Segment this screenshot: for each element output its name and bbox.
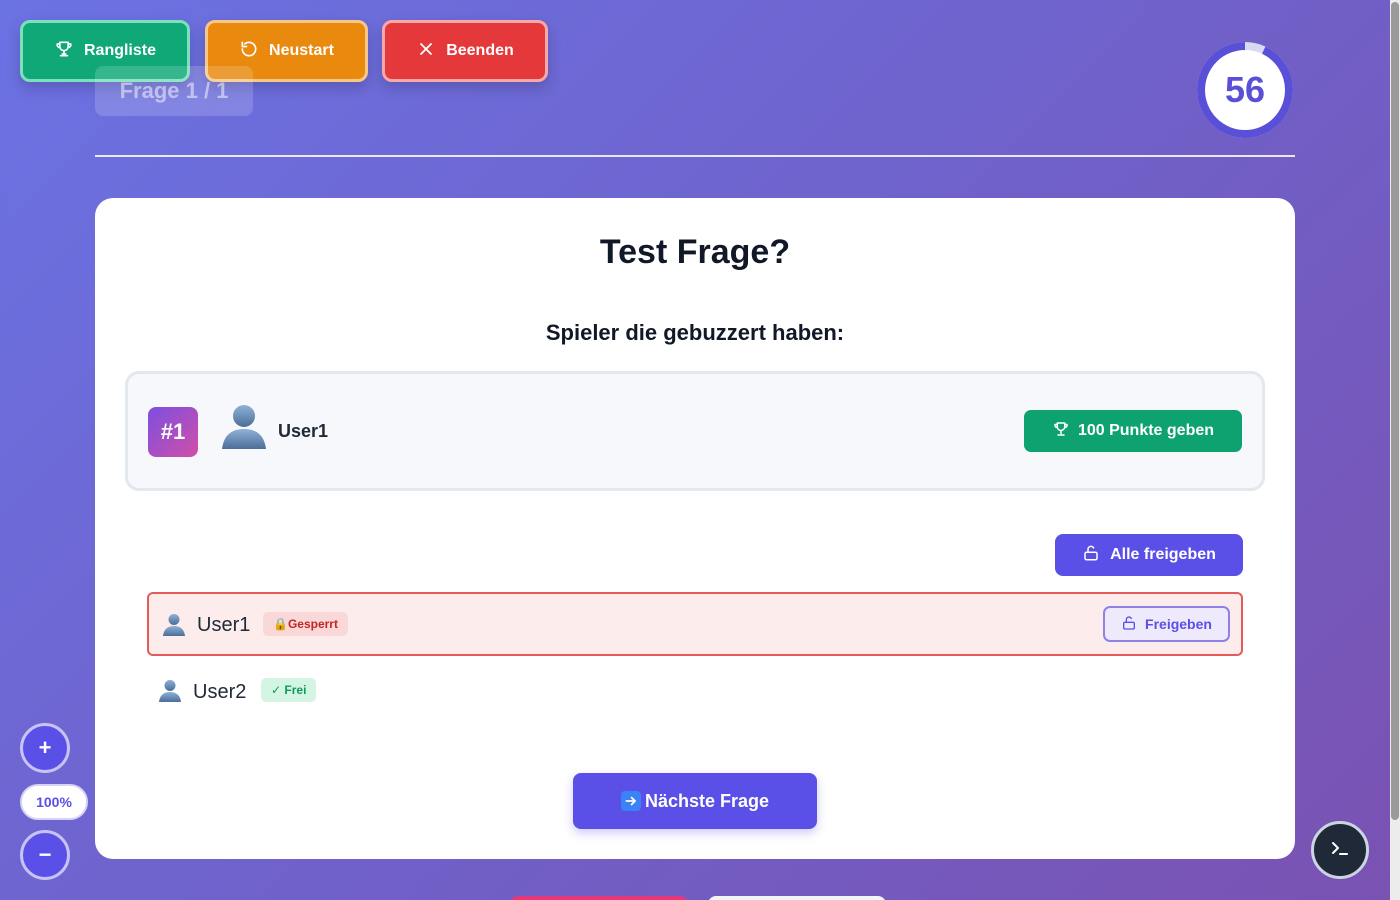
- give-points-button[interactable]: 100 Punkte geben: [1024, 410, 1242, 452]
- next-question-label: Nächste Frage: [644, 790, 770, 811]
- user-avatar-icon: [218, 399, 270, 451]
- zoom-level: 100%: [20, 784, 88, 820]
- beenden-button[interactable]: Beenden: [382, 20, 548, 82]
- partial-button-right[interactable]: [708, 896, 886, 900]
- give-points-label: 100 Punkte geben: [1077, 422, 1215, 439]
- trophy-icon: [54, 39, 74, 64]
- timer-value: 56: [1224, 69, 1266, 110]
- beenden-label: Beenden: [446, 42, 514, 59]
- unlock-icon: [1082, 544, 1100, 567]
- user-avatar-icon: [157, 677, 183, 703]
- header-divider: [95, 155, 1295, 157]
- release-all-button[interactable]: Alle freigeben: [1055, 534, 1243, 576]
- freigeben-button[interactable]: Freigeben: [1103, 606, 1230, 642]
- zoom-in-button[interactable]: +: [20, 723, 70, 773]
- rank-badge: #1: [148, 407, 198, 457]
- player-row-user1: User1 🔒Gesperrt Freigeben: [147, 592, 1243, 656]
- question-card: Test Frage? Spieler die gebuzzert haben:…: [95, 198, 1295, 859]
- buzzer-name: User1: [278, 421, 329, 441]
- close-icon: [416, 39, 436, 64]
- arrow-right-icon: [620, 791, 641, 811]
- question-text: Test Frage?: [599, 233, 791, 271]
- rangliste-label: Rangliste: [83, 42, 156, 59]
- partial-button-left[interactable]: [510, 896, 688, 900]
- terminal-button[interactable]: [1311, 821, 1369, 879]
- player-row-user2: User2 ✓ Frei: [147, 660, 1243, 724]
- freigeben-label: Freigeben: [1145, 616, 1212, 632]
- restart-icon: [239, 39, 259, 64]
- unlock-icon: [1121, 615, 1137, 634]
- countdown-timer: 56: [1195, 40, 1295, 140]
- question-counter: Frage 1 / 1: [95, 66, 253, 116]
- scrollbar-thumb[interactable]: [1391, 2, 1399, 820]
- release-all-label: Alle freigeben: [1110, 546, 1216, 563]
- user-avatar-icon: [161, 611, 187, 637]
- scrollbar-track[interactable]: [1390, 0, 1400, 900]
- neustart-label: Neustart: [269, 42, 334, 59]
- terminal-icon: [1328, 836, 1352, 865]
- trophy-icon: [1052, 420, 1070, 443]
- next-question-button[interactable]: Nächste Frage: [573, 773, 817, 829]
- player-name: User1: [197, 614, 251, 636]
- player-name: User2: [193, 681, 247, 703]
- buzz-heading: Spieler die gebuzzert haben:: [545, 320, 845, 345]
- zoom-out-button[interactable]: −: [20, 830, 70, 880]
- status-badge-locked: 🔒Gesperrt: [263, 612, 348, 636]
- buzzer-entry: #1 User1 100 Punkte geben: [125, 371, 1265, 491]
- status-badge-free: ✓ Frei: [261, 678, 317, 702]
